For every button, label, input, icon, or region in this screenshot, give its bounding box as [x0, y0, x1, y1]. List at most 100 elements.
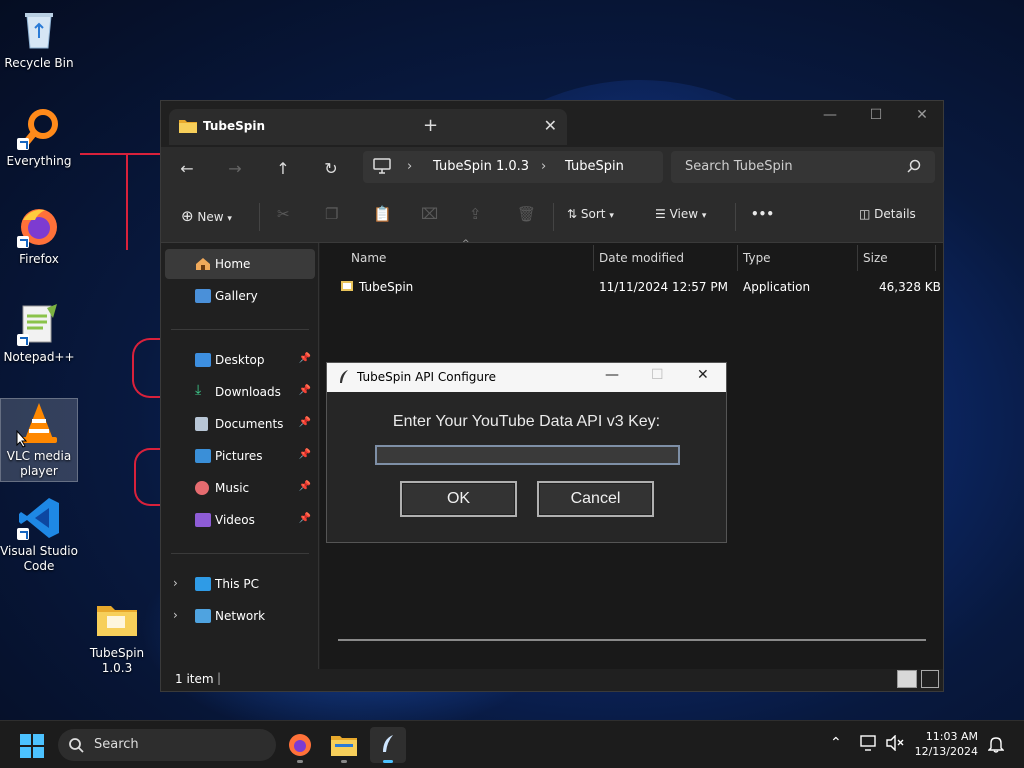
pin-icon[interactable]: 📌	[299, 417, 311, 428]
pin-icon[interactable]: 📌	[299, 481, 311, 492]
new-button[interactable]: ⊕ New ▾	[181, 207, 232, 225]
pin-icon[interactable]: 📌	[299, 449, 311, 460]
tiles-view-icon[interactable]	[921, 670, 939, 688]
desktop-icon-notepadpp[interactable]: Notepad++	[0, 302, 78, 365]
sidebar-item-label: Videos	[215, 513, 255, 527]
new-tab-button[interactable]: +	[423, 115, 438, 136]
close-button[interactable]: ✕	[899, 107, 945, 123]
horizontal-scrollbar[interactable]	[338, 639, 926, 641]
cut-icon[interactable]: ✂	[277, 205, 290, 223]
firefox-icon	[289, 734, 311, 756]
column-divider[interactable]	[593, 245, 594, 271]
desktop-icon-firefox[interactable]: Firefox	[0, 204, 78, 267]
chevron-up-icon[interactable]: ⌃	[830, 735, 842, 751]
chevron-right-icon[interactable]: ›	[173, 576, 178, 590]
delete-icon[interactable]: 🗑	[517, 205, 536, 223]
pin-icon[interactable]: 📌	[299, 353, 311, 364]
sidebar-item-label: Pictures	[215, 449, 263, 463]
taskbar-search[interactable]: Search	[58, 729, 276, 761]
system-clock[interactable]: 11:03 AM 12/13/2024	[915, 729, 978, 759]
everything-icon	[17, 106, 61, 150]
address-bar[interactable]: › TubeSpin 1.0.3 › TubeSpin	[363, 151, 663, 183]
dialog-close-button[interactable]: ✕	[697, 367, 709, 383]
desktop-icon-tubespin-folder[interactable]: TubeSpin 1.0.3	[78, 598, 156, 676]
sidebar-item-music[interactable]: Music 📌	[165, 473, 315, 503]
column-header-size[interactable]: Size	[863, 251, 888, 265]
details-pane-icon: ◫	[859, 207, 871, 221]
status-divider: |	[217, 671, 222, 685]
sidebar-divider	[171, 329, 309, 330]
breadcrumb-item[interactable]: TubeSpin	[565, 159, 624, 174]
column-header-type[interactable]: Type	[743, 251, 771, 265]
vscode-icon	[17, 496, 61, 540]
network-icon[interactable]	[860, 735, 878, 754]
breadcrumb-item[interactable]: TubeSpin 1.0.3	[433, 159, 529, 174]
api-key-input[interactable]	[375, 445, 680, 465]
forward-arrow-icon[interactable]: →	[221, 155, 249, 183]
taskbar-app-tubespin[interactable]	[370, 727, 406, 763]
sidebar-item-label: Documents	[215, 417, 284, 431]
chevron-down-icon: ▾	[227, 214, 232, 224]
paste-icon[interactable]: 📋	[373, 205, 392, 223]
desktop-icon-recycle-bin[interactable]: Recycle Bin	[0, 8, 78, 71]
annotation-stroke	[126, 155, 128, 250]
more-options-button[interactable]: •••	[751, 207, 774, 221]
folder-icon	[95, 598, 139, 642]
api-key-prompt: Enter Your YouTube Data API v3 Key:	[392, 413, 661, 430]
minimize-button[interactable]: —	[807, 107, 853, 123]
sort-button[interactable]: ⇅ Sort ▾	[567, 207, 614, 221]
back-arrow-icon[interactable]: ←	[173, 155, 201, 183]
column-divider[interactable]	[935, 245, 936, 271]
explorer-tab[interactable]: TubeSpin ✕	[169, 109, 567, 145]
sidebar-item-home[interactable]: Home	[165, 249, 315, 279]
ok-button[interactable]: OK	[400, 481, 517, 517]
windows-start-icon[interactable]	[20, 734, 44, 761]
pin-icon[interactable]: 📌	[299, 513, 311, 524]
view-button[interactable]: ☰ View ▾	[655, 207, 706, 221]
desktop-icon-vscode[interactable]: Visual Studio Code	[0, 496, 78, 574]
up-arrow-icon[interactable]: ↑	[269, 155, 297, 183]
navigation-bar: ← → ↑ ↻ › TubeSpin 1.0.3 › TubeSpin Sear…	[161, 147, 943, 191]
table-row[interactable]: TubeSpin 11/11/2024 12:57 PM Application…	[320, 277, 943, 299]
share-icon[interactable]: ⇪	[469, 205, 482, 223]
rename-icon[interactable]: ⌧	[421, 205, 438, 223]
details-view-icon[interactable]	[897, 670, 917, 688]
plus-circle-icon: ⊕	[181, 207, 194, 225]
shortcut-arrow-icon	[17, 528, 29, 540]
tab-close-icon[interactable]: ✕	[544, 116, 557, 135]
sidebar-item-network[interactable]: › Network	[165, 601, 315, 631]
sidebar-item-videos[interactable]: Videos 📌	[165, 505, 315, 535]
cancel-button[interactable]: Cancel	[537, 481, 654, 517]
search-box[interactable]: Search TubeSpin	[671, 151, 935, 183]
column-header-date[interactable]: Date modified	[599, 251, 684, 265]
details-button[interactable]: ◫ Details	[859, 207, 916, 221]
maximize-button[interactable]: ☐	[853, 107, 899, 123]
column-divider[interactable]	[737, 245, 738, 271]
refresh-icon[interactable]: ↻	[317, 155, 345, 183]
desktop-icon-vlc[interactable]: VLC media player	[0, 398, 78, 482]
copy-icon[interactable]: ❐	[325, 205, 338, 223]
sidebar-item-downloads[interactable]: ⤓ Downloads 📌	[165, 377, 315, 407]
toolbar-divider	[735, 203, 736, 231]
volume-muted-icon[interactable]	[886, 734, 904, 754]
sidebar-item-gallery[interactable]: Gallery	[165, 281, 315, 311]
sidebar-item-this-pc[interactable]: › This PC	[165, 569, 315, 599]
explorer-titlebar: TubeSpin ✕ + — ☐ ✕	[161, 101, 943, 149]
command-bar: ⊕ New ▾ ✂ ❐ 📋 ⌧ ⇪ 🗑 ⇅ Sort ▾ ☰ View ▾ ••…	[161, 191, 943, 243]
desktop-icon-label: VLC media player	[6, 449, 72, 478]
notification-bell-icon[interactable]	[987, 735, 1005, 756]
sidebar-item-desktop[interactable]: Desktop 📌	[165, 345, 315, 375]
sidebar-item-documents[interactable]: Documents 📌	[165, 409, 315, 439]
desktop-icon-everything[interactable]: Everything	[0, 106, 78, 169]
taskbar-app-file-explorer[interactable]	[326, 727, 362, 763]
sidebar-item-label: This PC	[215, 577, 259, 591]
sidebar-item-label: Network	[215, 609, 266, 623]
taskbar-app-firefox[interactable]	[282, 727, 318, 763]
column-divider[interactable]	[857, 245, 858, 271]
dialog-minimize-button[interactable]: —	[605, 367, 619, 383]
pin-icon[interactable]: 📌	[299, 385, 311, 396]
sidebar-item-pictures[interactable]: Pictures 📌	[165, 441, 315, 471]
chevron-right-icon[interactable]: ›	[173, 608, 178, 622]
column-header-name[interactable]: Name	[351, 251, 386, 265]
dialog-maximize-button[interactable]: ☐	[651, 367, 664, 383]
